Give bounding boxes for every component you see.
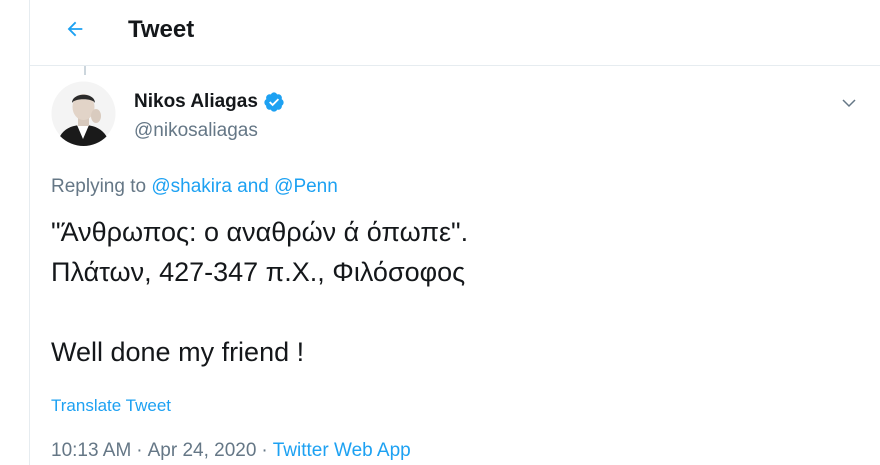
avatar-image <box>51 81 116 146</box>
meta-separator: · <box>261 440 268 461</box>
avatar[interactable] <box>51 81 116 146</box>
tweet-metadata: 10:13 AM · Apr 24, 2020 · Twitter Web App <box>51 438 411 464</box>
replying-to: Replying to @shakira and @Penn <box>51 175 338 199</box>
tweet-text: "Άνθρωπος: ο αναθρών ά όπωπε". Πλάτων, 4… <box>51 212 468 372</box>
reply-conjunction: and <box>237 176 269 197</box>
back-button[interactable] <box>60 14 90 44</box>
verified-badge-icon <box>264 92 284 112</box>
author-name-row: Nikos Aliagas <box>134 90 285 114</box>
tweet-date[interactable]: Apr 24, 2020 <box>148 440 257 461</box>
reply-user-link[interactable]: @Penn <box>274 176 338 197</box>
tweet-time[interactable]: 10:13 AM <box>51 440 131 461</box>
tweet-line: Πλάτων, 427-347 π.Χ., Φιλόσοφος <box>51 257 466 287</box>
translate-tweet-link[interactable]: Translate Tweet <box>51 395 171 417</box>
meta-separator: · <box>136 440 143 461</box>
tweet-menu-button[interactable] <box>836 90 862 116</box>
author-handle[interactable]: @nikosaliagas <box>134 119 258 143</box>
tweet-line: Well done my friend ! <box>51 337 305 367</box>
chevron-down-icon <box>842 99 856 108</box>
tweet-line <box>51 292 468 332</box>
replying-prefix: Replying to <box>51 176 147 197</box>
tweet-line: "Άνθρωπος: ο αναθρών ά όπωπε". <box>51 217 469 247</box>
tweet-source-link[interactable]: Twitter Web App <box>273 440 411 461</box>
thread-connector <box>84 66 86 75</box>
column-border <box>29 0 30 465</box>
page-header: Tweet <box>30 0 880 66</box>
reply-user-link[interactable]: @shakira <box>151 176 232 197</box>
page-title: Tweet <box>128 16 195 43</box>
author-display-name[interactable]: Nikos Aliagas <box>134 90 258 114</box>
arrow-left-icon <box>67 21 83 37</box>
